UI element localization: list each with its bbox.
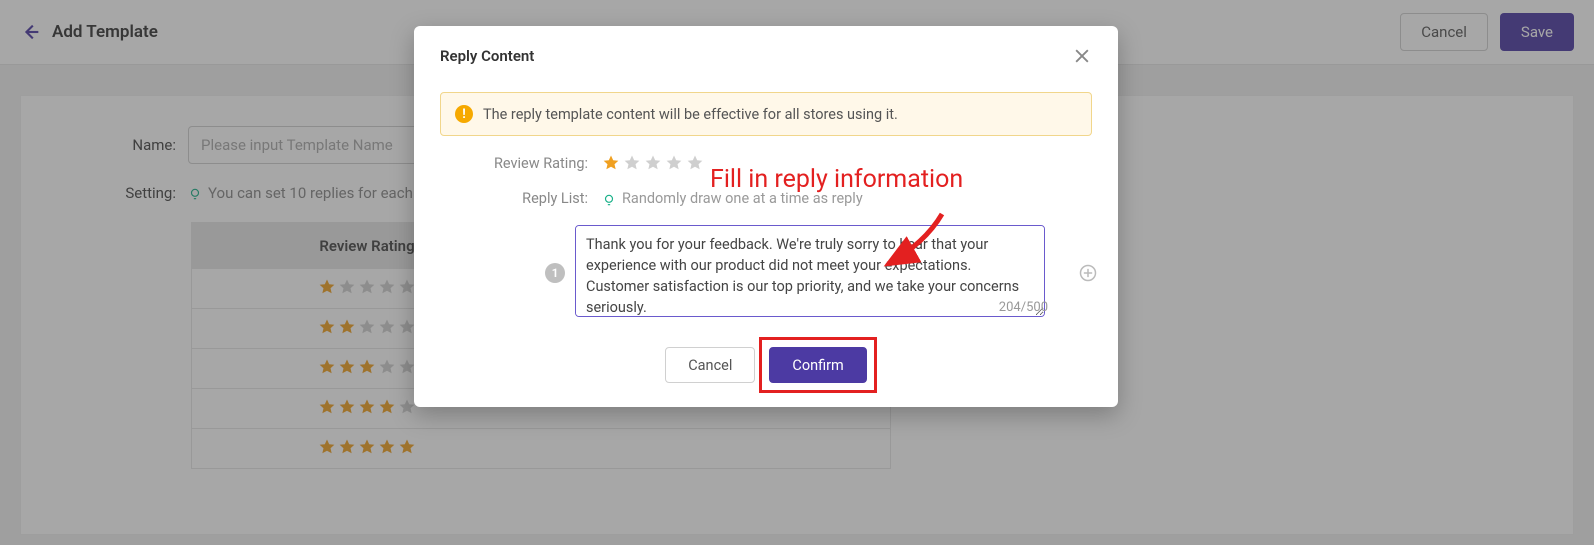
reply-index-badge: 1: [545, 263, 565, 283]
close-icon[interactable]: [1072, 46, 1092, 66]
annotation-arrow-icon: [870, 208, 960, 282]
modal-title: Reply Content: [440, 47, 534, 65]
reply-content-modal: Reply Content ! The reply template conte…: [414, 26, 1118, 407]
annotation-text: Fill in reply information: [710, 165, 963, 194]
modal-confirm-button[interactable]: Confirm: [769, 347, 866, 383]
rating-stars: [602, 154, 704, 172]
modal-cancel-button[interactable]: Cancel: [665, 347, 755, 383]
reply-textarea[interactable]: [575, 225, 1045, 317]
reply-list-label: Reply List:: [440, 190, 588, 207]
alert-text: The reply template content will be effec…: [483, 106, 898, 123]
bulb-icon: [602, 192, 616, 206]
alert-icon: !: [455, 105, 473, 123]
rating-label: Review Rating:: [440, 155, 588, 172]
alert-banner: ! The reply template content will be eff…: [440, 92, 1092, 136]
add-reply-button[interactable]: [1078, 263, 1098, 283]
